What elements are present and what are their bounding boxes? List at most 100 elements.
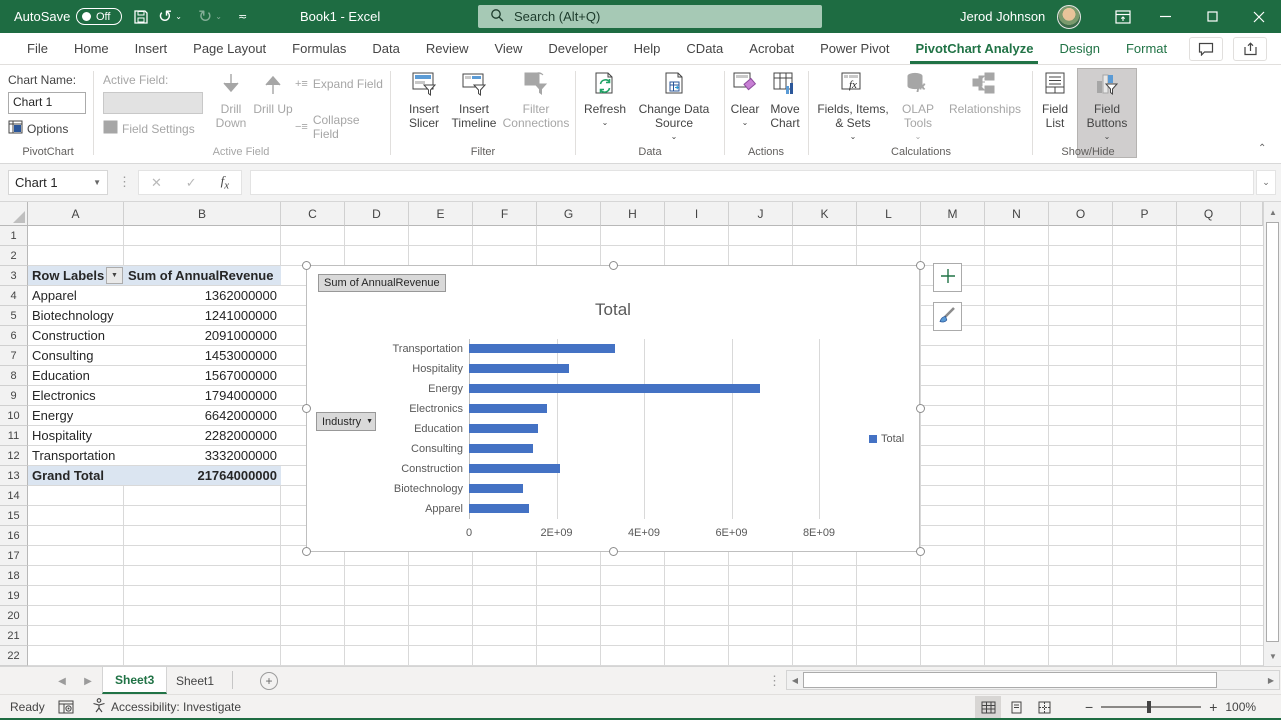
column-header-H[interactable]: H: [601, 202, 665, 226]
vertical-scroll-thumb[interactable]: [1266, 222, 1279, 642]
row-header-11[interactable]: 11: [0, 426, 28, 446]
pivot-row-value[interactable]: 1453000000: [124, 346, 281, 366]
formula-input[interactable]: [250, 170, 1254, 195]
column-header-L[interactable]: L: [857, 202, 921, 226]
row-header-8[interactable]: 8: [0, 366, 28, 386]
row-header-16[interactable]: 16: [0, 526, 28, 546]
row-header-6[interactable]: 6: [0, 326, 28, 346]
page-layout-view-button[interactable]: [1003, 696, 1029, 718]
redo-button[interactable]: ↻⌄: [198, 0, 222, 33]
select-all-corner[interactable]: [0, 202, 28, 226]
chart-bar-hospitality[interactable]: [469, 364, 569, 373]
row-header-18[interactable]: 18: [0, 566, 28, 586]
chart-title[interactable]: Total: [307, 300, 919, 320]
chart-handle-n[interactable]: [609, 261, 618, 270]
chart-handle-nw[interactable]: [302, 261, 311, 270]
move-chart-button[interactable]: Move Chart: [765, 69, 805, 130]
avatar[interactable]: [1057, 0, 1081, 33]
tabbar-splitter[interactable]: ⋮: [768, 673, 781, 689]
vertical-scrollbar[interactable]: ▲ ▼: [1263, 202, 1281, 666]
new-sheet-button[interactable]: +: [260, 672, 278, 690]
name-box[interactable]: Chart 1 ▼: [8, 170, 108, 195]
zoom-in-button[interactable]: +: [1209, 699, 1217, 715]
pivot-grand-total-label[interactable]: Grand Total: [28, 466, 124, 486]
share-icon[interactable]: [1233, 37, 1267, 61]
tab-file[interactable]: File: [14, 33, 61, 64]
pivot-row-label[interactable]: Biotechnology: [28, 306, 124, 326]
row-header-9[interactable]: 9: [0, 386, 28, 406]
chart-handle-ne[interactable]: [916, 261, 925, 270]
row-header-21[interactable]: 21: [0, 626, 28, 646]
row-header-10[interactable]: 10: [0, 406, 28, 426]
insert-function-icon[interactable]: fx: [221, 173, 229, 192]
pivot-grand-total-value[interactable]: 21764000000: [124, 466, 281, 486]
chart-bar-education[interactable]: [469, 424, 538, 433]
customize-qat-icon[interactable]: ≂: [238, 0, 247, 33]
zoom-slider-knob[interactable]: [1147, 701, 1151, 713]
horizontal-scrollbar[interactable]: ◀ ▶: [786, 670, 1280, 690]
column-header-C[interactable]: C: [281, 202, 345, 226]
tab-page-layout[interactable]: Page Layout: [180, 33, 279, 64]
field-list-button[interactable]: Field List: [1036, 69, 1074, 130]
chart-elements-button[interactable]: [933, 263, 962, 292]
row-labels-filter-icon[interactable]: ▼: [106, 267, 123, 284]
chart-bar-construction[interactable]: [469, 464, 560, 473]
row-header-12[interactable]: 12: [0, 446, 28, 466]
accessibility-status[interactable]: Accessibility: Investigate: [92, 695, 241, 719]
row-header-14[interactable]: 14: [0, 486, 28, 506]
column-header-D[interactable]: D: [345, 202, 409, 226]
row-header-19[interactable]: 19: [0, 586, 28, 606]
pivot-row-value[interactable]: 1794000000: [124, 386, 281, 406]
column-header-J[interactable]: J: [729, 202, 793, 226]
pivot-row-label[interactable]: Energy: [28, 406, 124, 426]
tab-insert[interactable]: Insert: [122, 33, 181, 64]
name-box-dropdown-icon[interactable]: ▼: [93, 178, 101, 187]
scroll-down-icon[interactable]: ▼: [1264, 648, 1281, 664]
row-header-5[interactable]: 5: [0, 306, 28, 326]
chart-handle-e[interactable]: [916, 404, 925, 413]
normal-view-button[interactable]: [975, 696, 1001, 718]
tab-data[interactable]: Data: [359, 33, 412, 64]
pivot-row-value[interactable]: 1362000000: [124, 286, 281, 306]
zoom-level[interactable]: 100%: [1225, 700, 1256, 714]
pivot-chart[interactable]: Sum of AnnualRevenue Total Industry▼ Tot…: [306, 265, 920, 552]
expand-formula-bar-icon[interactable]: ⌄: [1256, 170, 1276, 195]
pivot-row-label[interactable]: Education: [28, 366, 124, 386]
sheet-nav-left-icon[interactable]: ◀: [52, 667, 72, 695]
row-header-4[interactable]: 4: [0, 286, 28, 306]
ribbon-display-options-icon[interactable]: [1100, 0, 1145, 33]
tab-help[interactable]: Help: [621, 33, 674, 64]
column-header-O[interactable]: O: [1049, 202, 1113, 226]
insert-slicer-button[interactable]: Insert Slicer: [402, 69, 446, 130]
undo-button[interactable]: ↺⌄: [158, 0, 182, 33]
chart-bar-consulting[interactable]: [469, 444, 533, 453]
tab-cdata[interactable]: CData: [673, 33, 736, 64]
comments-icon[interactable]: [1189, 37, 1223, 61]
row-header-2[interactable]: 2: [0, 246, 28, 266]
chart-bar-biotechnology[interactable]: [469, 484, 523, 493]
column-header-F[interactable]: F: [473, 202, 537, 226]
column-header-G[interactable]: G: [537, 202, 601, 226]
column-header-B[interactable]: B: [124, 202, 281, 226]
chart-handle-sw[interactable]: [302, 547, 311, 556]
scroll-up-icon[interactable]: ▲: [1264, 204, 1281, 220]
row-header-15[interactable]: 15: [0, 506, 28, 526]
column-header-N[interactable]: N: [985, 202, 1049, 226]
fields-items-sets-button[interactable]: fx Fields, Items, & Sets⌄: [814, 69, 892, 144]
chart-styles-button[interactable]: [933, 302, 962, 331]
tab-review[interactable]: Review: [413, 33, 482, 64]
row-header-13[interactable]: 13: [0, 466, 28, 486]
row-header-22[interactable]: 22: [0, 646, 28, 666]
chart-value-field-button[interactable]: Sum of AnnualRevenue: [318, 274, 446, 292]
pivot-row-value[interactable]: 6642000000: [124, 406, 281, 426]
sheet-nav-right-icon[interactable]: ▶: [78, 667, 98, 695]
zoom-out-button[interactable]: −: [1085, 699, 1093, 715]
chart-handle-s[interactable]: [609, 547, 618, 556]
column-header-M[interactable]: M: [921, 202, 985, 226]
pivot-row-value[interactable]: 3332000000: [124, 446, 281, 466]
scroll-left-icon[interactable]: ◀: [788, 672, 802, 688]
save-icon[interactable]: [128, 0, 154, 33]
tab-home[interactable]: Home: [61, 33, 122, 64]
tab-formulas[interactable]: Formulas: [279, 33, 359, 64]
zoom-slider[interactable]: [1101, 706, 1201, 708]
